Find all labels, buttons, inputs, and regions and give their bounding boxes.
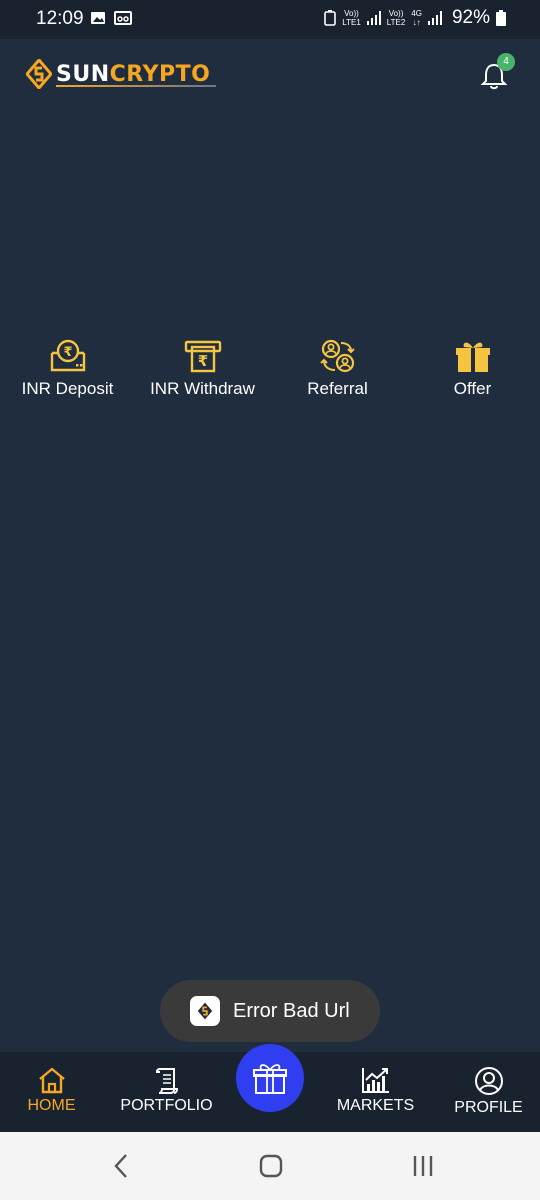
toast-message: Error Bad Url	[233, 999, 350, 1022]
home-icon	[38, 1067, 65, 1094]
home-button-icon[interactable]	[259, 1152, 283, 1180]
logo-text: SUNCRYPTO	[56, 61, 211, 87]
battery-icon	[496, 10, 506, 26]
gift-icon	[253, 1064, 287, 1094]
nav-portfolio[interactable]: PORTFOLIO	[99, 1052, 234, 1132]
signal-icon	[427, 11, 442, 25]
lte1-label: Vo)) LTE1	[342, 9, 361, 27]
gift-fab-button[interactable]	[236, 1044, 304, 1112]
gift-icon	[455, 342, 490, 372]
offer-label: Offer	[453, 379, 492, 398]
error-toast: Error Bad Url	[160, 980, 380, 1042]
svg-text:₹: ₹	[63, 345, 72, 360]
voicemail-icon	[114, 11, 132, 25]
inr-withdraw-label: INR Withdraw	[150, 379, 255, 398]
markets-chart-icon	[361, 1068, 389, 1093]
app-logo: SUNCRYPTO	[26, 59, 216, 89]
system-nav-bar	[0, 1132, 540, 1200]
portfolio-icon	[155, 1068, 178, 1094]
offer-button[interactable]: Offer	[405, 339, 540, 399]
nav-portfolio-label: PORTFOLIO	[120, 1097, 213, 1114]
status-time: 12:09	[36, 8, 84, 29]
inr-deposit-icon: ₹	[50, 339, 85, 372]
inr-deposit-label: INR Deposit	[21, 379, 114, 398]
svg-text:₹: ₹	[197, 352, 207, 370]
status-right: Vo)) LTE1 Vo)) LTE2 4G ↓↑ 92%	[324, 7, 506, 29]
inr-deposit-button[interactable]: ₹ INR Deposit	[0, 339, 135, 399]
gallery-icon	[91, 12, 105, 24]
nav-profile[interactable]: PROFILE	[421, 1052, 540, 1132]
suncrypto-logo-icon	[26, 59, 52, 89]
back-icon[interactable]	[112, 1152, 130, 1180]
app-icon	[190, 996, 220, 1026]
notification-badge: 4	[497, 53, 515, 71]
battery-saver-icon	[324, 10, 337, 26]
referral-button[interactable]: Referral	[270, 339, 405, 399]
lte2-label: Vo)) LTE2	[386, 9, 406, 27]
app-content: SUNCRYPTO 4 ₹ INR Deposit ₹ INR Withdraw	[0, 39, 540, 1052]
nav-profile-label: PROFILE	[454, 1099, 523, 1116]
status-bar: 12:09 Vo)) LTE1 Vo)) LTE2 4G ↓↑ 92%	[0, 0, 540, 39]
network-label: 4G ↓↑	[411, 9, 422, 27]
inr-withdraw-button[interactable]: ₹ INR Withdraw	[135, 339, 270, 399]
status-left-icons	[90, 10, 132, 26]
referral-label: Referral	[307, 379, 368, 398]
recent-apps-icon[interactable]	[412, 1152, 434, 1180]
inr-withdraw-icon: ₹	[184, 340, 221, 373]
logo-underline	[56, 85, 216, 87]
referral-icon	[319, 339, 355, 373]
signal-icon	[366, 11, 381, 25]
profile-icon	[474, 1067, 503, 1095]
battery-percent: 92%	[451, 7, 490, 28]
